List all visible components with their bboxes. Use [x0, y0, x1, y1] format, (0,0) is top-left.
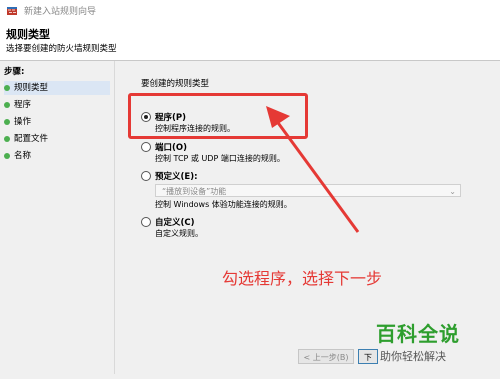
annotation-text: 勾选程序，选择下一步 — [222, 269, 383, 288]
watermark-subtitle: 助你轻松解决 — [380, 350, 446, 363]
bottom-strip — [0, 374, 500, 379]
back-button[interactable]: < 上一步(B) — [298, 349, 354, 364]
watermark-title: 百科全说 — [376, 322, 460, 346]
watermark-logo: 百科全说 助你轻松解决 — [372, 318, 492, 368]
